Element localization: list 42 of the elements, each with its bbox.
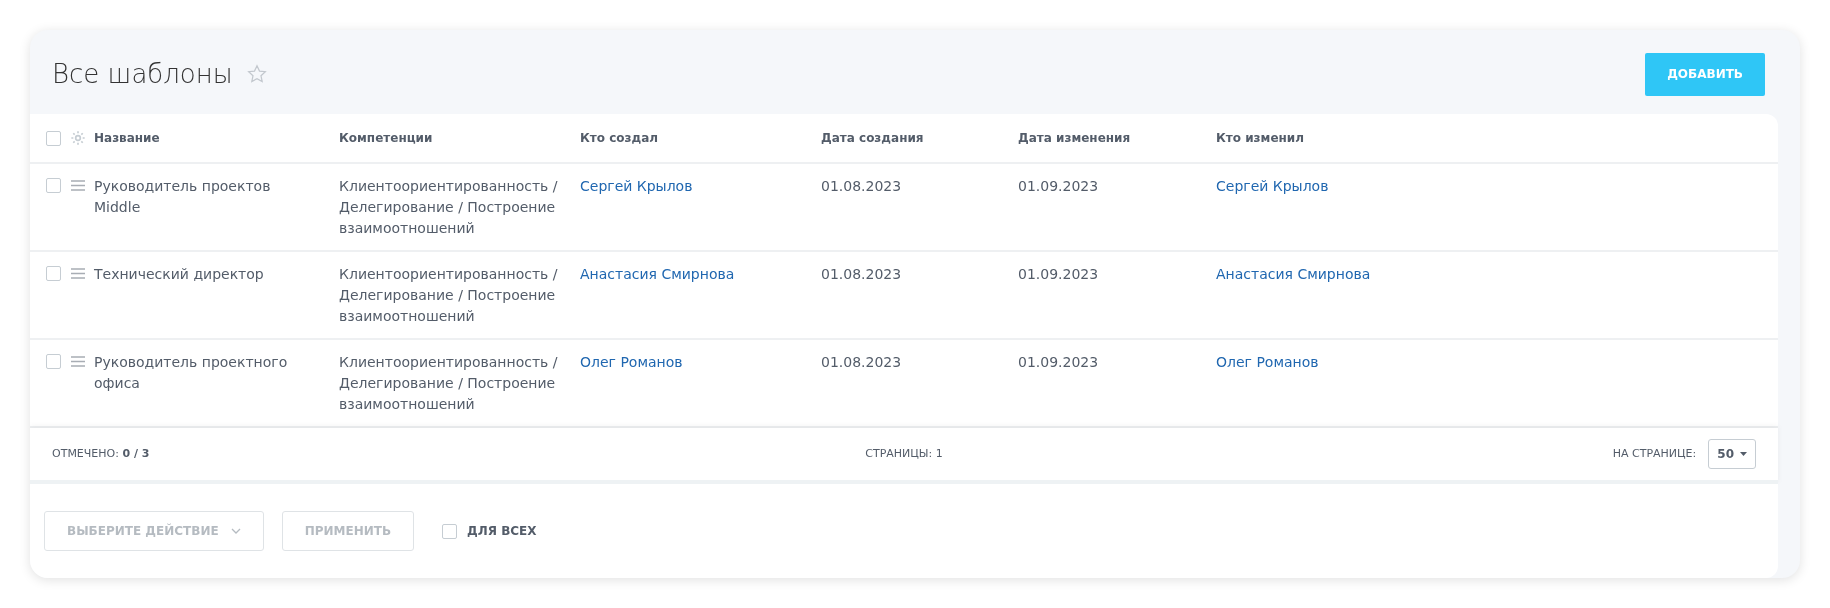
- template-name: Руководитель проектного офиса: [94, 354, 288, 391]
- per-page-select[interactable]: 50: [1708, 439, 1756, 469]
- modifier-link[interactable]: Олег Романов: [1216, 354, 1319, 370]
- modifier-link[interactable]: Сергей Крылов: [1216, 178, 1329, 194]
- column-header[interactable]: Дата создания: [821, 131, 924, 145]
- drag-handle-icon[interactable]: [71, 268, 85, 279]
- template-name: Технический директор: [94, 266, 264, 282]
- modified-date: 01.09.2023: [1018, 354, 1099, 370]
- creator-link[interactable]: Анастасия Смирнова: [580, 266, 735, 282]
- competencies-text: Клиентоориентированность / Делегирование / Построение взаимоотношений: [339, 178, 558, 236]
- drag-handle-icon[interactable]: [71, 180, 85, 191]
- column-header[interactable]: Компетенции: [339, 131, 433, 145]
- select-all-checkbox[interactable]: [46, 130, 61, 146]
- competencies-text: Клиентоориентированность / Делегирование / Построение взаимоотношений: [339, 266, 558, 324]
- selected-count: ОТМЕЧЕНО: 0 / 3: [52, 445, 151, 462]
- drag-handle-icon[interactable]: [71, 356, 85, 367]
- column-header[interactable]: Кто изменил: [1216, 131, 1304, 145]
- column-header[interactable]: Название: [94, 131, 160, 145]
- row-checkbox[interactable]: [46, 266, 61, 281]
- pages-count: СТРАНИЦЫ: 1: [865, 445, 943, 462]
- modified-date: 01.09.2023: [1018, 178, 1099, 194]
- creator-link[interactable]: Олег Романов: [580, 354, 683, 370]
- created-date: 01.08.2023: [821, 354, 902, 370]
- for-all-label: ДЛЯ ВСЕХ: [467, 523, 537, 540]
- per-page-label: НА СТРАНИЦЕ:: [1612, 445, 1697, 462]
- modified-date: 01.09.2023: [1018, 266, 1099, 282]
- row-checkbox[interactable]: [46, 178, 61, 193]
- for-all-checkbox[interactable]: [442, 523, 458, 539]
- competencies-text: Клиентоориентированность / Делегирование / Построение взаимоотношений: [339, 354, 558, 412]
- template-name: Руководитель проектов Middle: [94, 178, 271, 215]
- column-header[interactable]: Кто создал: [580, 131, 659, 145]
- created-date: 01.08.2023: [821, 266, 902, 282]
- column-header[interactable]: Дата изменения: [1018, 131, 1131, 145]
- modifier-link[interactable]: Анастасия Смирнова: [1216, 266, 1371, 282]
- created-date: 01.08.2023: [821, 178, 902, 194]
- page-title: Все шаблоны: [52, 57, 233, 91]
- row-checkbox[interactable]: [46, 354, 61, 369]
- star-icon[interactable]: [246, 64, 267, 84]
- caret-icon: [1740, 452, 1747, 456]
- settings-icon[interactable]: [70, 130, 86, 146]
- chevron-down-icon: [230, 528, 241, 534]
- creator-link[interactable]: Сергей Крылов: [580, 178, 693, 194]
